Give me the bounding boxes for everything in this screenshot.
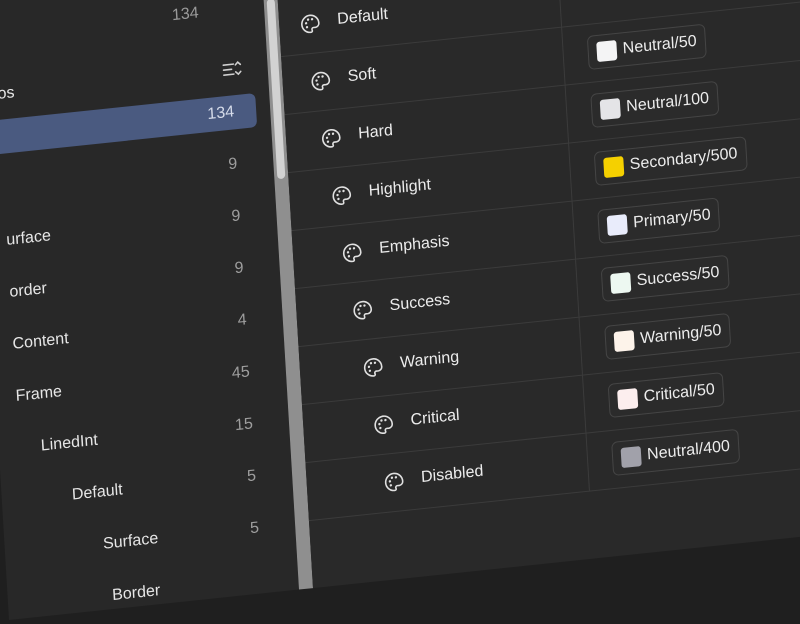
sidebar-group-item[interactable]: Default 5 bbox=[1, 457, 279, 520]
sidebar-group-item[interactable]: Border bbox=[7, 561, 285, 624]
token-value-chip[interactable]: Critical/50 bbox=[607, 371, 725, 419]
color-swatch bbox=[596, 40, 618, 63]
token-value-chip[interactable]: Neutral/50 bbox=[586, 23, 707, 71]
sidebar-group-item[interactable]: urface 9 bbox=[0, 197, 263, 260]
palette-icon bbox=[301, 14, 320, 34]
sidebar-item-label: Default bbox=[71, 481, 124, 504]
sidebar-item-count: 9 bbox=[230, 207, 241, 226]
sidebar-item-label: LinedInt bbox=[40, 431, 99, 455]
color-swatch bbox=[610, 272, 632, 295]
sidebar-item-label: Content bbox=[12, 330, 70, 353]
sidebar-item-label: urface bbox=[5, 227, 52, 249]
palette-icon bbox=[332, 186, 352, 205]
sidebar-group-item[interactable]: Frame 45 bbox=[0, 353, 273, 416]
palette-icon bbox=[374, 415, 394, 434]
sidebar-item-label: order bbox=[8, 279, 48, 301]
sidebar-item-count: 4 bbox=[237, 311, 248, 330]
sidebar-item-count: 5 bbox=[249, 519, 260, 538]
token-name: Critical bbox=[410, 406, 461, 429]
sidebar-item-count: 5 bbox=[246, 467, 257, 486]
sidebar-group-item[interactable]: order 9 bbox=[0, 249, 267, 312]
sidebar-group-item[interactable]: LinedInt 15 bbox=[0, 405, 276, 468]
token-value: Critical/50 bbox=[643, 380, 716, 406]
token-name: Soft bbox=[347, 65, 377, 86]
sidebar-item-count: 15 bbox=[234, 415, 254, 435]
token-value-chip[interactable]: Neutral/100 bbox=[590, 80, 720, 129]
token-value: Neutral/100 bbox=[625, 89, 710, 116]
token-value: Primary/50 bbox=[632, 206, 712, 232]
token-value-chip[interactable]: Secondary/500 bbox=[593, 136, 748, 187]
token-group-sidebar: 134 os 134 9 urface 9 order 9 Content 4 Frame 45 L… bbox=[0, 0, 299, 621]
color-swatch bbox=[603, 156, 625, 179]
sidebar-item-label: Border bbox=[111, 582, 161, 605]
token-name: Warning bbox=[399, 348, 460, 372]
token-value: Neutral/400 bbox=[646, 437, 731, 464]
token-name: Hard bbox=[357, 121, 394, 143]
sidebar-item-count: 45 bbox=[231, 363, 251, 383]
sidebar-group-item[interactable]: Surface 5 bbox=[4, 509, 282, 572]
color-swatch bbox=[599, 98, 621, 121]
sidebar-item-count: 9 bbox=[234, 259, 244, 278]
token-value: Secondary/500 bbox=[629, 145, 738, 174]
token-value-chip[interactable]: Primary/50 bbox=[597, 197, 721, 245]
sidebar-item-count: 134 bbox=[206, 103, 235, 124]
palette-icon bbox=[311, 71, 331, 91]
section-label: os bbox=[0, 84, 16, 103]
sidebar-item-label: Frame bbox=[15, 383, 63, 405]
palette-icon bbox=[384, 472, 404, 492]
token-value: Warning/50 bbox=[639, 321, 722, 348]
token-name: Emphasis bbox=[378, 232, 450, 258]
token-value: Success/50 bbox=[636, 263, 720, 290]
palette-icon bbox=[363, 358, 383, 377]
palette-icon bbox=[322, 129, 341, 148]
token-value-chip[interactable]: Success/50 bbox=[600, 254, 730, 303]
previous-group-count: 134 bbox=[171, 4, 200, 25]
token-name: Disabled bbox=[420, 462, 484, 487]
sidebar-group-item[interactable]: Content 4 bbox=[0, 301, 270, 364]
token-value-chip[interactable]: Neutral/400 bbox=[611, 428, 740, 477]
token-value-chip[interactable]: Warning/50 bbox=[604, 312, 732, 361]
sort-lines-icon[interactable] bbox=[221, 58, 244, 82]
token-name: Success bbox=[389, 290, 451, 315]
color-swatch bbox=[606, 214, 628, 237]
palette-icon bbox=[353, 300, 373, 320]
color-swatch bbox=[613, 330, 635, 353]
color-swatch bbox=[617, 388, 639, 411]
token-name: Default bbox=[336, 5, 389, 28]
sidebar-group-item[interactable]: 9 bbox=[0, 145, 260, 208]
tokens-window: 134 os 134 9 urface 9 order 9 Content 4 Frame 45 L… bbox=[0, 0, 800, 621]
sidebar-item-count: 9 bbox=[227, 155, 238, 174]
token-value: Neutral/50 bbox=[622, 32, 698, 58]
color-swatch bbox=[620, 446, 642, 469]
palette-icon bbox=[342, 243, 362, 263]
sidebar-item-label: Surface bbox=[102, 529, 159, 553]
token-name: Highlight bbox=[368, 176, 432, 200]
